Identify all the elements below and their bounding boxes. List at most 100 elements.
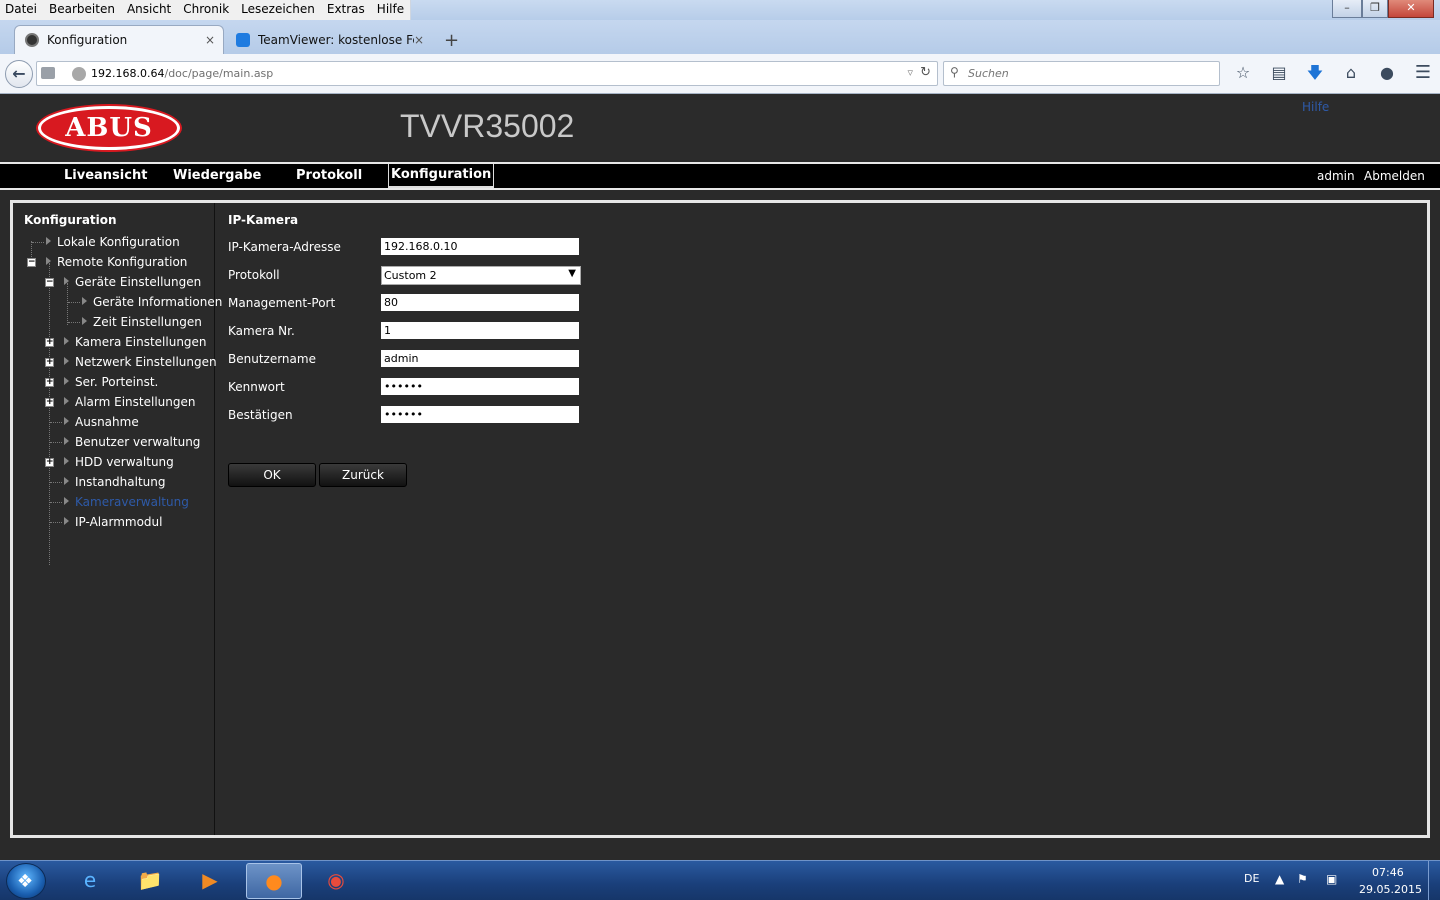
expand-icon[interactable]: + bbox=[45, 378, 54, 387]
tree-label: Ausnahme bbox=[75, 415, 139, 429]
tree-label: Geräte Einstellungen bbox=[75, 275, 202, 289]
toolbar-icons: ☆ ▤ 🡇 ⌂ ● ☰ bbox=[1228, 62, 1440, 86]
abus-logo: ABUS bbox=[38, 106, 180, 150]
form-actions: OK Zurück bbox=[228, 463, 428, 489]
home-icon[interactable]: ⌂ bbox=[1336, 62, 1366, 86]
language-indicator[interactable]: DE bbox=[1244, 872, 1259, 885]
management-port-input[interactable] bbox=[381, 294, 579, 311]
action-center-flag-icon[interactable]: ⚑ bbox=[1297, 872, 1308, 886]
tree-item-kamera-einstellungen[interactable]: + Kamera Einstellungen bbox=[13, 333, 213, 353]
window-controls: – ❐ ✕ bbox=[1332, 0, 1434, 18]
search-input[interactable] bbox=[968, 65, 1208, 82]
windows-taskbar: ❖ e 📁 ▶ ● ◉ DE ▲ ⚑ ▣ 07:46 29.05.2015 bbox=[0, 860, 1440, 900]
bookmarks-list-icon[interactable]: ▤ bbox=[1264, 62, 1294, 86]
expand-icon[interactable]: + bbox=[45, 358, 54, 367]
start-button[interactable]: ❖ bbox=[6, 863, 46, 899]
hamburger-menu-icon[interactable]: ☰ bbox=[1408, 62, 1438, 86]
tree-item-remote-konfiguration[interactable]: − Remote Konfiguration bbox=[13, 253, 213, 273]
back-form-button[interactable]: Zurück bbox=[319, 463, 407, 487]
menu-hilfe[interactable]: Hilfe bbox=[371, 0, 410, 20]
url-path: /doc/page/main.asp bbox=[164, 67, 274, 80]
ok-button[interactable]: OK bbox=[228, 463, 316, 487]
back-button[interactable]: ← bbox=[5, 60, 33, 88]
url-text: 192.168.0.64/doc/page/main.asp bbox=[91, 67, 273, 80]
confirm-password-input[interactable] bbox=[381, 406, 579, 423]
taskbar-media-player-icon[interactable]: ▶ bbox=[182, 863, 238, 899]
tab-konfiguration[interactable]: Konfiguration × bbox=[14, 25, 224, 54]
show-desktop-button[interactable] bbox=[1428, 861, 1440, 900]
menu-chronik[interactable]: Chronik bbox=[177, 0, 235, 20]
tree-arrow-icon bbox=[64, 437, 69, 445]
app-header: ABUS TVVR35002 Hilfe bbox=[0, 94, 1440, 162]
collapse-icon[interactable]: − bbox=[45, 278, 54, 287]
tree-item-kameraverwaltung[interactable]: Kameraverwaltung bbox=[13, 493, 213, 513]
collapse-icon[interactable]: − bbox=[27, 258, 36, 267]
menu-extras[interactable]: Extras bbox=[321, 0, 371, 20]
nav-wiedergabe[interactable]: Wiedergabe bbox=[173, 168, 261, 183]
taskbar-firefox-icon[interactable]: ● bbox=[246, 863, 302, 899]
network-icon[interactable]: ▣ bbox=[1326, 872, 1337, 886]
chat-icon[interactable]: ● bbox=[1372, 62, 1402, 86]
back-arrow-icon: ← bbox=[12, 64, 26, 83]
tree-label: Alarm Einstellungen bbox=[75, 395, 196, 409]
tab-close-icon[interactable]: × bbox=[205, 33, 223, 47]
tree-arrow-icon bbox=[64, 497, 69, 505]
new-tab-button[interactable]: + bbox=[444, 30, 459, 51]
nav-liveansicht[interactable]: Liveansicht bbox=[64, 168, 147, 183]
maximize-button[interactable]: ❐ bbox=[1362, 0, 1388, 18]
password-input[interactable] bbox=[381, 378, 579, 395]
minimize-button[interactable]: – bbox=[1332, 0, 1362, 18]
tree-item-ser-porteinst[interactable]: + Ser. Porteinst. bbox=[13, 373, 213, 393]
tree-item-ip-alarmmodul[interactable]: IP-Alarmmodul bbox=[13, 513, 213, 533]
expand-icon[interactable]: + bbox=[45, 398, 54, 407]
menu-datei[interactable]: Datei bbox=[0, 0, 43, 20]
taskbar-internet-explorer-icon[interactable]: e bbox=[62, 863, 118, 899]
menu-lesezeichen[interactable]: Lesezeichen bbox=[235, 0, 321, 20]
tree-item-lokale-konfiguration[interactable]: Lokale Konfiguration bbox=[13, 233, 213, 253]
site-info-icon[interactable] bbox=[72, 67, 86, 81]
tray-expand-icon[interactable]: ▲ bbox=[1275, 872, 1284, 886]
taskbar-explorer-folder-icon[interactable]: 📁 bbox=[122, 863, 178, 899]
tree-item-geraete-informationen[interactable]: Geräte Informationen bbox=[13, 293, 222, 313]
nav-konfiguration[interactable]: Konfiguration bbox=[388, 164, 495, 188]
tab-close-icon[interactable]: × bbox=[414, 33, 432, 47]
tree-arrow-icon bbox=[46, 257, 51, 265]
url-bar[interactable]: 192.168.0.64/doc/page/main.asp ▿ ↻ bbox=[36, 61, 938, 86]
expand-icon[interactable]: + bbox=[45, 338, 54, 347]
taskbar-chrome-icon[interactable]: ◉ bbox=[308, 863, 364, 899]
menu-items: Datei Bearbeiten Ansicht Chronik Lesezei… bbox=[0, 0, 412, 20]
browser-navbar: ← 192.168.0.64/doc/page/main.asp ▿ ↻ ⚲ ☆… bbox=[0, 54, 1440, 94]
logout-link[interactable]: Abmelden bbox=[1364, 169, 1425, 183]
reload-icon[interactable]: ↻ bbox=[920, 65, 931, 80]
ip-address-input[interactable] bbox=[381, 238, 579, 255]
tree-item-ausnahme[interactable]: Ausnahme bbox=[13, 413, 213, 433]
tree-item-geraete-einstellungen[interactable]: − Geräte Einstellungen bbox=[13, 273, 213, 293]
tree-item-zeit-einstellungen[interactable]: Zeit Einstellungen bbox=[13, 313, 213, 333]
tree-label: Remote Konfiguration bbox=[57, 255, 188, 269]
tree-dots bbox=[68, 302, 80, 303]
tree-item-hdd-verwaltung[interactable]: + HDD verwaltung bbox=[13, 453, 213, 473]
username-input[interactable] bbox=[381, 350, 579, 367]
tree-dots bbox=[50, 522, 62, 523]
expand-icon[interactable]: + bbox=[45, 458, 54, 467]
clock-date[interactable]: 29.05.2015 bbox=[1359, 883, 1422, 896]
protocol-select[interactable]: Custom 2 ▼ bbox=[381, 266, 581, 285]
bookmark-star-icon[interactable]: ☆ bbox=[1228, 62, 1258, 86]
tree-dots bbox=[32, 242, 44, 243]
chevron-down-icon: ▼ bbox=[568, 268, 576, 279]
close-window-button[interactable]: ✕ bbox=[1388, 0, 1434, 18]
clock-time[interactable]: 07:46 bbox=[1372, 866, 1404, 879]
url-dropdown-icon[interactable]: ▿ bbox=[907, 66, 913, 79]
menu-ansicht[interactable]: Ansicht bbox=[121, 0, 177, 20]
tree-item-instandhaltung[interactable]: Instandhaltung bbox=[13, 473, 213, 493]
tree-item-netzwerk-einstellungen[interactable]: + Netzwerk Einstellungen bbox=[13, 353, 217, 373]
tree-item-alarm-einstellungen[interactable]: + Alarm Einstellungen bbox=[13, 393, 213, 413]
download-icon[interactable]: 🡇 bbox=[1300, 62, 1330, 86]
tree-arrow-icon bbox=[46, 237, 51, 245]
help-link[interactable]: Hilfe bbox=[1302, 100, 1329, 114]
nav-protokoll[interactable]: Protokoll bbox=[296, 168, 362, 183]
menu-bearbeiten[interactable]: Bearbeiten bbox=[43, 0, 121, 20]
camera-number-input[interactable] bbox=[381, 322, 579, 339]
tab-teamviewer[interactable]: TeamViewer: kostenlose Fe... × bbox=[226, 25, 432, 54]
tree-item-benutzer-verwaltung[interactable]: Benutzer verwaltung bbox=[13, 433, 213, 453]
